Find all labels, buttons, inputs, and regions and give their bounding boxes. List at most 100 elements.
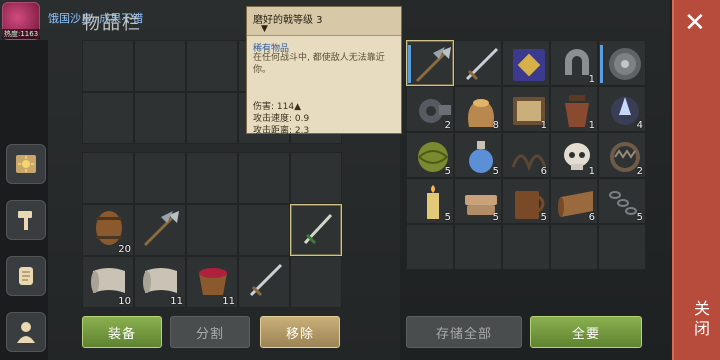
berry-bucket-icon [199,268,227,295]
item-quantity: 4 [636,120,643,131]
equipment-slot-empty[interactable] [82,92,134,144]
item-quantity: 11 [170,296,183,307]
remove-button[interactable]: 移除 [260,316,340,348]
storage-slot-chain[interactable]: 5 [598,178,646,224]
inventory-slot-empty[interactable] [134,152,186,204]
barrel-icon [96,211,122,245]
item-quantity: 2 [636,166,643,177]
close-label[interactable]: 关闭 [688,300,712,340]
item-quantity: 20 [118,244,131,255]
item-quantity: 6 [540,166,547,177]
item-quantity: 1 [588,120,595,131]
inventory-slot-empty[interactable] [186,204,238,256]
inventory-slot-empty[interactable] [238,152,290,204]
item-quantity: 5 [444,212,451,223]
storage-slot-sword[interactable] [454,40,502,86]
inventory-slot-cloth-roll[interactable]: 10 [82,256,134,308]
inventory-slot-empty[interactable] [186,152,238,204]
store-all-button[interactable]: 存储全部 [406,316,522,348]
scroll-icon[interactable] [6,256,46,296]
item-quantity: 5 [492,212,499,223]
sun-book-icon[interactable] [6,144,46,184]
item-quantity: 5 [636,212,643,223]
equip-button[interactable]: 装备 [82,316,162,348]
item-quantity: 1 [540,120,547,131]
storage-slot-skull[interactable]: 1 [550,132,598,178]
storage-slot-potion-bottle[interactable]: 5 [454,132,502,178]
round-shield-icon [609,48,641,80]
item-quantity: 5 [444,166,451,177]
item-quantity: 8 [492,120,499,131]
hammer-icon[interactable] [6,200,46,240]
halberd-icon [415,47,451,83]
chevron-down-icon[interactable]: ▼ [261,24,268,34]
inventory-slot-empty[interactable] [290,256,342,308]
tome-icon [513,49,545,81]
storage-slot-leather-flask[interactable]: 1 [550,86,598,132]
close-icon[interactable]: ✕ [684,10,706,36]
sword-icon [249,263,283,297]
equipment-slot-empty[interactable] [186,92,238,144]
inventory-slot-sword[interactable] [238,256,290,308]
equipment-slot-empty[interactable] [186,40,238,92]
heat-badge: 热度:1163 [2,29,41,39]
item-quantity: 11 [222,296,235,307]
storage-grid: 1 2 8 1 1 4 5 5 6 1 2 5 5 5 6 5 [406,40,646,270]
item-quantity: 1 [588,166,595,177]
storage-slot-round-shield[interactable] [598,40,646,86]
storage-slot-mug[interactable]: 5 [502,178,550,224]
tooltip-attack-range: 攻击距离: 2.3 [253,126,310,136]
storage-slot-empty[interactable] [550,224,598,270]
item-quantity: 6 [588,212,595,223]
sword-dagger-icon [303,213,333,245]
item-quantity: 5 [540,212,547,223]
storage-slot-green-orb[interactable]: 5 [406,132,454,178]
sword-icon [465,47,499,81]
storage-slot-leather-roll[interactable]: 6 [550,178,598,224]
close-panel[interactable]: ✕ 关闭 [672,0,720,360]
page-title: 物品栏 [82,13,142,34]
inventory-slot-empty[interactable] [238,204,290,256]
storage-slot-tablet[interactable]: 1 [502,86,550,132]
item-tooltip: 磨好的戟等级 3 ▼ 稀有物品 在任何战斗中, 都使敌人无法靠近你。 伤害: 1… [246,6,402,136]
storage-slot-gear-mechanism[interactable]: 2 [406,86,454,132]
rarity-bar [600,45,603,83]
split-button[interactable]: 分割 [170,316,250,348]
rarity-bar [408,45,411,83]
side-nav [0,40,48,360]
storage-slot-empty[interactable] [502,224,550,270]
inventory-slot-berry-bucket[interactable]: 11 [186,256,238,308]
inventory-slot-empty[interactable] [82,152,134,204]
storage-slot-crystal-ore[interactable]: 4 [598,86,646,132]
tooltip-description: 在任何战斗中, 都使敌人无法靠近你。 [253,53,385,75]
storage-slot-empty[interactable] [454,224,502,270]
cloth-roll-icon [91,268,125,293]
storage-slot-bear-trap[interactable]: 2 [598,132,646,178]
storage-slot-rope[interactable]: 6 [502,132,550,178]
item-quantity: 2 [444,120,451,131]
storage-slot-folded-cloth[interactable]: 5 [454,178,502,224]
storage-slot-empty[interactable] [406,224,454,270]
item-quantity: 1 [588,74,595,85]
item-quantity: 10 [118,296,131,307]
halberd-icon [143,211,179,247]
storage-slot-horseshoe-magnet[interactable]: 1 [550,40,598,86]
storage-slot-empty[interactable] [598,224,646,270]
cloth-roll-icon [143,268,177,293]
equipment-slot-empty[interactable] [134,92,186,144]
inventory-slot-halberd[interactable] [134,204,186,256]
inventory-slot-barrel[interactable]: 20 [82,204,134,256]
inventory-slot-sword-dagger[interactable] [290,204,342,256]
equipment-slot-empty[interactable] [82,40,134,92]
storage-slot-candle[interactable]: 5 [406,178,454,224]
storage-slot-grain-sack[interactable]: 8 [454,86,502,132]
character-icon[interactable] [6,312,46,352]
inventory-slot-cloth-roll[interactable]: 11 [134,256,186,308]
item-quantity: 5 [492,166,499,177]
equipment-slot-empty[interactable] [134,40,186,92]
storage-slot-halberd[interactable] [406,40,454,86]
inventory-slot-empty[interactable] [290,152,342,204]
take-all-button[interactable]: 全要 [530,316,642,348]
storage-slot-tome[interactable] [502,40,550,86]
inventory-grid: 20 10 11 11 [82,152,342,308]
